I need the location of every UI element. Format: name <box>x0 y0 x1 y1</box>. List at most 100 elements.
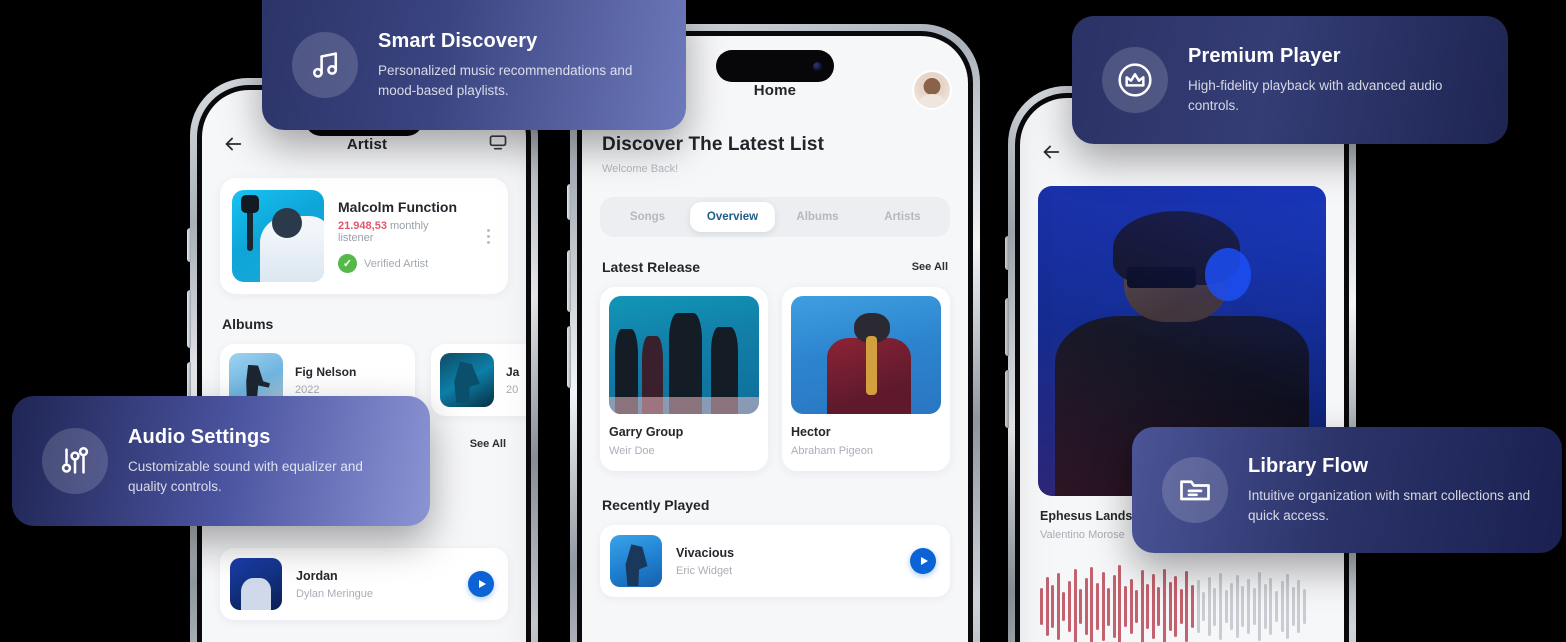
feature-text: Premium Player High-fidelity playback wi… <box>1188 45 1478 115</box>
dynamic-island <box>716 50 834 82</box>
feature-card-premium-player[interactable]: Premium Player High-fidelity playback wi… <box>1072 16 1508 144</box>
artist-profile-card[interactable]: Malcolm Function 21.948,53 monthly liste… <box>220 178 508 294</box>
see-all-link[interactable]: See All <box>912 261 948 273</box>
waveform-bar <box>1269 578 1273 635</box>
artist-name: Malcolm Function <box>338 199 457 215</box>
tab-albums[interactable]: Albums <box>775 202 860 232</box>
kebab-menu-icon[interactable] <box>480 228 496 244</box>
release-card[interactable]: Garry Group Weir Doe <box>600 287 768 471</box>
waveform-bar <box>1246 578 1250 635</box>
welcome-subtitle: Welcome Back! <box>602 163 679 175</box>
artist-page: Artist Malcolm Function 21.948,53 monthl… <box>202 90 526 642</box>
albums-heading: Albums <box>222 316 274 332</box>
waveform-bar <box>1168 581 1172 632</box>
see-all-link[interactable]: See All <box>470 438 506 450</box>
release-card[interactable]: Hector Abraham Pigeon <box>782 287 950 471</box>
feature-description: High-fidelity playback with advanced aud… <box>1188 77 1443 113</box>
waveform-bar <box>1291 586 1295 627</box>
feature-text: Library Flow Intuitive organization with… <box>1248 455 1532 525</box>
waveform-bar <box>1157 586 1161 627</box>
feature-title: Library Flow <box>1248 454 1369 477</box>
waveform-bar <box>1202 592 1206 621</box>
waveform-bar <box>1118 564 1122 642</box>
artist-details: Malcolm Function 21.948,53 monthly liste… <box>338 199 466 273</box>
waveform-bar <box>1174 576 1178 637</box>
song-row[interactable]: Jordan Dylan Meringue <box>220 548 508 620</box>
page-title: Home <box>753 81 797 99</box>
waveform-bar <box>1191 584 1195 629</box>
content-tabbar: Songs Overview Albums Artists <box>600 197 950 237</box>
waveform-bar <box>1040 588 1043 625</box>
song-info: Vivacious Eric Widget <box>676 546 896 577</box>
feature-description: Personalized music recommendations and m… <box>378 62 633 98</box>
phone-volume-button[interactable] <box>187 228 191 262</box>
cast-icon[interactable] <box>488 132 508 157</box>
phone-volume-up-button[interactable] <box>1005 298 1009 356</box>
tab-artists[interactable]: Artists <box>860 202 945 232</box>
waveform-bar <box>1297 579 1301 634</box>
release-name: Garry Group <box>609 425 684 439</box>
waveform-bar <box>1258 572 1262 641</box>
page-title: Artist <box>346 135 388 153</box>
waveform-bar <box>1235 575 1239 638</box>
phone-volume-up-button[interactable] <box>187 290 191 348</box>
verified-label: Verified Artist <box>364 257 429 270</box>
album-year: 2022 <box>295 383 320 396</box>
phone-volume-button[interactable] <box>567 184 571 220</box>
waveform-bar <box>1123 585 1127 628</box>
album-card[interactable]: Ja 20 <box>431 344 526 416</box>
play-icon[interactable] <box>468 571 494 597</box>
feature-text: Audio Settings Customizable sound with e… <box>128 426 400 496</box>
phone-volume-up-button[interactable] <box>567 250 571 312</box>
album-cover <box>440 353 494 407</box>
tab-overview[interactable]: Overview <box>690 202 775 232</box>
release-name: Hector <box>791 425 831 439</box>
discover-heading: Discover The Latest List <box>602 134 825 155</box>
song-row[interactable]: Vivacious Eric Widget <box>600 525 950 597</box>
song-artwork <box>610 535 662 587</box>
feature-title: Premium Player <box>1188 44 1341 67</box>
waveform-bar <box>1302 589 1306 624</box>
waveform-bar <box>1230 582 1234 631</box>
latest-release-strip: Garry Group Weir Doe Hector Abraham Pige… <box>600 287 950 471</box>
waveform-bar <box>1196 579 1200 634</box>
release-artist: Weir Doe <box>609 445 655 457</box>
feature-card-audio-settings[interactable]: Audio Settings Customizable sound with e… <box>12 396 430 526</box>
waveform-bar <box>1146 583 1150 630</box>
back-arrow-icon[interactable] <box>220 131 246 157</box>
waveform-bar <box>1067 580 1071 633</box>
waveform-bar <box>1079 589 1083 624</box>
song-info: Jordan Dylan Meringue <box>296 569 454 600</box>
artist-photo <box>232 190 324 282</box>
waveform-bar <box>1280 580 1284 633</box>
latest-release-heading: Latest Release <box>602 259 701 275</box>
crown-circle-icon <box>1102 47 1168 113</box>
feature-card-library-flow[interactable]: Library Flow Intuitive organization with… <box>1132 427 1562 553</box>
play-icon[interactable] <box>910 548 936 574</box>
waveform-bar <box>1151 574 1155 639</box>
feature-card-smart-discovery[interactable]: Smart Discovery Personalized music recom… <box>262 0 686 130</box>
waveform-bar <box>1129 578 1133 635</box>
waveform-bar <box>1051 584 1055 629</box>
feature-text: Smart Discovery Personalized music recom… <box>378 30 656 100</box>
phone-volume-button[interactable] <box>1005 236 1009 270</box>
feature-title: Smart Discovery <box>378 29 538 52</box>
check-circle-icon: ✓ <box>338 254 357 273</box>
waveform-bar <box>1185 571 1189 642</box>
phone-bezel: Ephesus Landsc Valentino Morose 12:43 15… <box>1015 93 1349 642</box>
latest-release-header: Latest Release See All <box>602 259 948 275</box>
tab-songs[interactable]: Songs <box>605 202 690 232</box>
release-artwork <box>791 296 941 414</box>
avatar[interactable] <box>913 72 950 108</box>
waveform-bar <box>1179 589 1183 624</box>
phone-volume-down-button[interactable] <box>567 326 571 388</box>
waveform-bar <box>1213 587 1217 626</box>
feature-title: Audio Settings <box>128 425 271 448</box>
front-camera-icon <box>813 61 822 71</box>
back-arrow-icon[interactable] <box>1038 139 1064 165</box>
phone-volume-down-button[interactable] <box>1005 370 1009 428</box>
waveform-bar <box>1101 572 1105 641</box>
waveform-bar <box>1112 575 1116 638</box>
feature-description: Intuitive organization with smart collec… <box>1248 487 1531 523</box>
waveform-seek-bar[interactable] <box>1040 559 1324 642</box>
